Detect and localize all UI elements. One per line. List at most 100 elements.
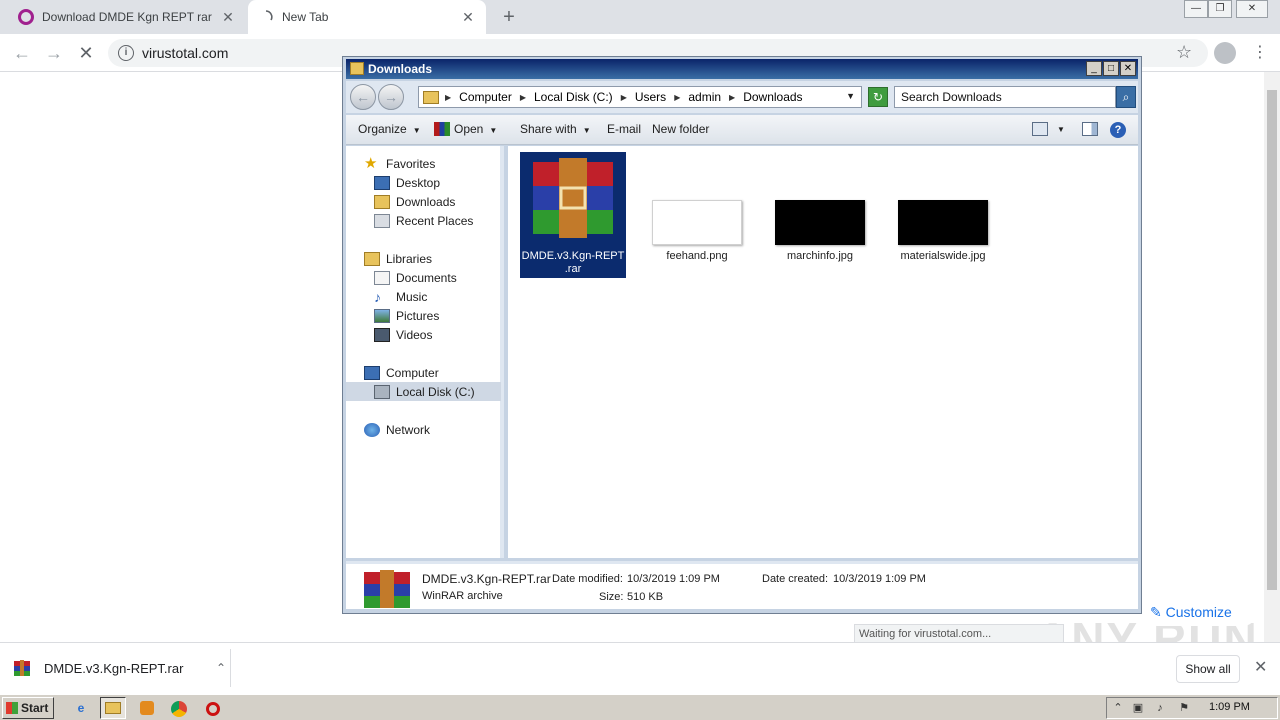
view-icon[interactable]	[1032, 122, 1048, 136]
customize-button[interactable]: ✎ Customize	[1144, 600, 1256, 626]
folder-icon	[423, 90, 439, 104]
file-item-feehand[interactable]: feehand.png	[644, 152, 750, 278]
download-item[interactable]: DMDE.v3.Kgn-REPT.rar ⌃	[14, 653, 226, 683]
help-icon[interactable]: ?	[1110, 122, 1126, 138]
back-arrow-icon[interactable]: ←	[350, 84, 376, 110]
drive-icon	[374, 384, 390, 399]
clock[interactable]: 1:09 PM	[1209, 701, 1250, 713]
nav-pictures[interactable]: Pictures	[374, 306, 529, 325]
tab-close-icon[interactable]: ✕	[460, 9, 476, 25]
image-thumbnail	[775, 200, 865, 245]
nav-videos[interactable]: Videos	[374, 325, 529, 344]
forward-arrow-icon[interactable]: →	[42, 41, 66, 65]
file-item-rar[interactable]: DMDE.v3.Kgn-REPT .rar	[520, 152, 626, 278]
action-center-flag-icon[interactable]: ⚑	[1177, 701, 1191, 715]
file-name: feehand.png	[666, 250, 728, 262]
star-icon: ★	[364, 154, 378, 172]
breadcrumb-local-disk[interactable]: Local Disk (C:)	[534, 90, 613, 104]
nav-desktop[interactable]: Desktop	[374, 173, 529, 192]
back-arrow-icon[interactable]: ←	[10, 41, 34, 65]
nav-music[interactable]: ♪ Music	[374, 287, 529, 306]
computer-icon	[364, 365, 380, 380]
minimize-button[interactable]: —	[1184, 0, 1208, 18]
nav-computer[interactable]: Computer	[364, 363, 519, 382]
download-filename: DMDE.v3.Kgn-REPT.rar	[44, 660, 184, 676]
tab-new-tab[interactable]: New Tab ✕	[248, 0, 486, 34]
show-all-button[interactable]: Show all	[1176, 655, 1240, 683]
search-input[interactable]: Search Downloads	[894, 86, 1116, 108]
maximize-button[interactable]: □	[1103, 61, 1119, 76]
chevron-down-icon[interactable]: ▼	[846, 91, 855, 101]
forward-arrow-icon[interactable]: →	[378, 84, 404, 110]
start-button[interactable]: Start	[2, 697, 54, 719]
file-list: DMDE.v3.Kgn-REPT .rar feehand.png marchi…	[508, 146, 1138, 558]
nav-recent-places[interactable]: Recent Places	[374, 211, 529, 230]
close-icon[interactable]: ✕	[1254, 657, 1267, 677]
tab-title: Download DMDE Kgn REPT rar	[42, 10, 212, 24]
command-bar: Organize ▼ Open ▼ Share with ▼ E-mail New f…	[346, 115, 1138, 145]
tray-expand-icon[interactable]: ⌃	[1111, 701, 1125, 715]
breadcrumb[interactable]: ▶ Computer ▶ Local Disk (C:) ▶ Users ▶ a…	[418, 86, 862, 108]
details-filename: DMDE.v3.Kgn-REPT.rar	[422, 572, 551, 586]
stop-loading-icon[interactable]: ✕	[74, 41, 98, 65]
minimize-button[interactable]: _	[1086, 61, 1102, 76]
file-item-materialswide[interactable]: materialswide.jpg	[890, 152, 996, 278]
explorer-taskbar-icon[interactable]	[100, 697, 126, 719]
date-created-value: 10/3/2019 1:09 PM	[833, 573, 926, 585]
nav-network[interactable]: Network	[364, 420, 519, 439]
breadcrumb-admin[interactable]: admin	[688, 90, 721, 104]
date-modified-value: 10/3/2019 1:09 PM	[627, 573, 720, 585]
page-scrollbar[interactable]	[1264, 72, 1280, 642]
date-modified-label: Date modified:	[552, 573, 623, 585]
downloads-folder-icon	[374, 194, 390, 209]
open-button[interactable]: Open ▼	[454, 122, 497, 136]
restore-button[interactable]: ❐	[1208, 0, 1232, 18]
breadcrumb-downloads[interactable]: Downloads	[743, 90, 802, 104]
tab-close-icon[interactable]: ✕	[220, 9, 236, 25]
tab-download-dmde[interactable]: Download DMDE Kgn REPT rar ✕	[8, 0, 246, 34]
explorer-titlebar[interactable]: Downloads _ □ ✕	[346, 59, 1138, 79]
network-tray-icon[interactable]: ▣	[1131, 701, 1145, 715]
system-tray: ⌃ ▣ ♪ ⚑ 1:09 PM	[1106, 697, 1278, 719]
share-with-button[interactable]: Share with ▼	[520, 122, 591, 136]
breadcrumb-users[interactable]: Users	[635, 90, 666, 104]
new-tab-button[interactable]: +	[498, 6, 520, 28]
scrollbar-thumb[interactable]	[1267, 90, 1277, 590]
explorer-window: Downloads _ □ ✕ ← → ▶ Computer ▶ Local D…	[342, 56, 1142, 614]
nav-documents[interactable]: Documents	[374, 268, 529, 287]
nav-local-disk[interactable]: Local Disk (C:)	[346, 382, 501, 401]
window-title: Downloads	[368, 62, 433, 76]
opera-icon[interactable]	[200, 697, 226, 719]
nav-downloads[interactable]: Downloads	[374, 192, 529, 211]
preview-pane-icon[interactable]	[1082, 122, 1098, 136]
size-value: 510 KB	[627, 591, 664, 603]
refresh-icon[interactable]: ↻	[868, 87, 888, 107]
chrome-icon[interactable]	[166, 697, 192, 719]
winrar-archive-icon	[364, 570, 410, 608]
email-button[interactable]: E-mail	[607, 122, 641, 136]
tab-title: New Tab	[282, 10, 329, 24]
opera-o-icon	[18, 9, 34, 25]
nav-libraries[interactable]: Libraries	[364, 249, 519, 268]
chevron-down-icon[interactable]: ▼	[1057, 125, 1065, 134]
new-folder-button[interactable]: New folder	[652, 122, 709, 136]
breadcrumb-computer[interactable]: Computer	[459, 90, 512, 104]
details-filetype: WinRAR archive	[422, 590, 503, 602]
file-item-marchinfo[interactable]: marchinfo.jpg	[767, 152, 873, 278]
nav-favorites[interactable]: ★ Favorites	[364, 154, 519, 173]
close-button[interactable]: ✕	[1120, 61, 1136, 76]
internet-explorer-icon[interactable]: e	[68, 697, 94, 719]
info-icon[interactable]: i	[118, 45, 134, 61]
file-name: marchinfo.jpg	[786, 250, 854, 262]
chevron-up-icon[interactable]: ⌃	[216, 661, 226, 675]
profile-avatar[interactable]	[1214, 42, 1236, 64]
menu-kebab-icon[interactable]: ⋮	[1252, 42, 1268, 62]
music-icon: ♪	[374, 288, 381, 305]
volume-icon[interactable]: ♪	[1153, 701, 1167, 715]
close-window-button[interactable]: ✕	[1236, 0, 1268, 18]
bookmark-star-icon[interactable]: ☆	[1176, 42, 1192, 63]
search-icon[interactable]: ⌕	[1116, 86, 1136, 108]
media-player-icon[interactable]	[134, 697, 160, 719]
url-text: virustotal.com	[142, 45, 229, 61]
organize-button[interactable]: Organize ▼	[358, 122, 421, 136]
